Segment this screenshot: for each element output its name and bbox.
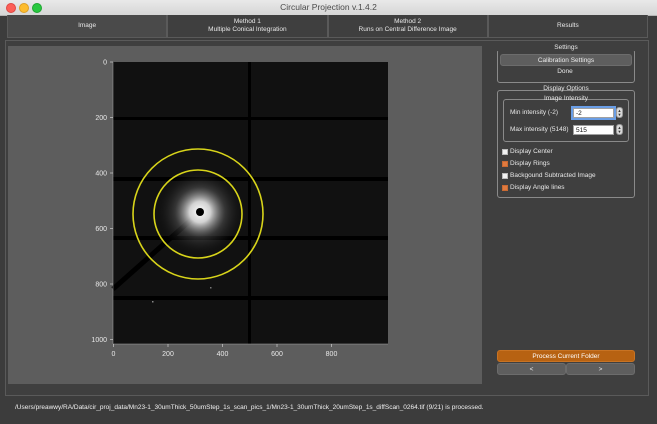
- x-tick-label: 600: [271, 351, 283, 358]
- settings-title: Settings: [497, 44, 635, 51]
- window-titlebar: Circular Projection v.1.4.2: [0, 0, 657, 16]
- background-subtracted-box[interactable]: [502, 172, 508, 179]
- detector-gap-vertical: [248, 62, 251, 344]
- display-angle-lines-label: Display Angle lines: [510, 184, 565, 191]
- calibration-settings-button[interactable]: Calibration Settings: [500, 54, 632, 66]
- display-center-label: Display Center: [510, 148, 553, 155]
- diffraction-image-canvas[interactable]: 0 200 400 600 800 1000 0 200 400 600 800: [8, 46, 482, 384]
- hot-pixel: [152, 301, 154, 303]
- x-tick-label: 400: [217, 351, 229, 358]
- stepper-down-icon: ▼: [617, 129, 622, 134]
- background-subtracted-label: Backgound Subtracted Image: [510, 172, 596, 179]
- tab-image-label: Image: [78, 22, 97, 29]
- image-intensity-title: Image Intensity: [543, 95, 589, 102]
- y-tick-label: 1000: [91, 337, 107, 344]
- x-tick-label: 200: [162, 351, 174, 358]
- display-angle-lines-box[interactable]: [502, 184, 508, 191]
- display-rings-box[interactable]: [502, 160, 508, 167]
- tab-results[interactable]: Results: [487, 15, 648, 38]
- process-current-folder-button[interactable]: Process Current Folder: [497, 350, 635, 362]
- image-intensity-group: [503, 99, 629, 142]
- display-rings-checkbox[interactable]: Display Rings: [502, 160, 550, 167]
- status-message: /Users/preawwy/RA/Data/cir_proj_data/Mn2…: [15, 404, 484, 411]
- min-intensity-label: Min intensity (-2): [510, 109, 559, 116]
- x-tick-label: 0: [112, 351, 116, 358]
- tab-method-1-subtitle: Multiple Conical Integration: [208, 26, 287, 33]
- tab-method-2-subtitle: Runs on Central Difference Image: [358, 26, 457, 33]
- hot-pixel: [210, 287, 212, 289]
- next-button[interactable]: >: [566, 363, 635, 375]
- y-tick-label: 200: [95, 115, 107, 122]
- tab-method-2[interactable]: Method 2 Runs on Central Difference Imag…: [327, 15, 488, 38]
- tab-method-1[interactable]: Method 1 Multiple Conical Integration: [167, 15, 328, 38]
- detector-gap-4: [113, 296, 388, 300]
- max-intensity-stepper[interactable]: ▲ ▼: [616, 124, 623, 135]
- y-tick-label: 800: [95, 282, 107, 289]
- previous-button[interactable]: <: [497, 363, 566, 375]
- image-plot[interactable]: 0 200 400 600 800 1000 0 200 400 600 800: [8, 46, 482, 384]
- tab-method-1-title: Method 1: [233, 18, 261, 25]
- x-tick-label: 800: [326, 351, 338, 358]
- window-title: Circular Projection v.1.4.2: [280, 2, 377, 12]
- max-intensity-label: Max intensity (5148): [510, 126, 569, 133]
- display-rings-label: Display Rings: [510, 160, 550, 167]
- tab-results-label: Results: [557, 22, 579, 29]
- display-center-box[interactable]: [502, 148, 508, 155]
- display-angle-lines-checkbox[interactable]: Display Angle lines: [502, 184, 565, 191]
- detector-gap-2: [113, 177, 388, 181]
- stepper-down-icon: ▼: [617, 112, 622, 117]
- max-intensity-input[interactable]: 515: [573, 125, 614, 135]
- tab-method-2-title: Method 2: [394, 18, 422, 25]
- detector-gap-3: [113, 236, 388, 240]
- detector-gap-1: [113, 117, 388, 120]
- tab-bar: Image Method 1 Multiple Conical Integrat…: [7, 15, 648, 38]
- background-subtracted-checkbox[interactable]: Backgound Subtracted Image: [502, 172, 596, 179]
- done-button[interactable]: Done: [500, 68, 630, 75]
- display-center-checkbox[interactable]: Display Center: [502, 148, 553, 155]
- display-options-title: Display Options: [543, 85, 589, 92]
- min-intensity-input[interactable]: -2: [571, 106, 616, 120]
- y-tick-label: 0: [103, 60, 107, 67]
- y-tick-label: 600: [95, 226, 107, 233]
- y-tick-label: 400: [95, 171, 107, 178]
- beam-center: [196, 208, 204, 216]
- tab-image[interactable]: Image: [7, 15, 168, 38]
- min-intensity-stepper[interactable]: ▲ ▼: [616, 107, 623, 118]
